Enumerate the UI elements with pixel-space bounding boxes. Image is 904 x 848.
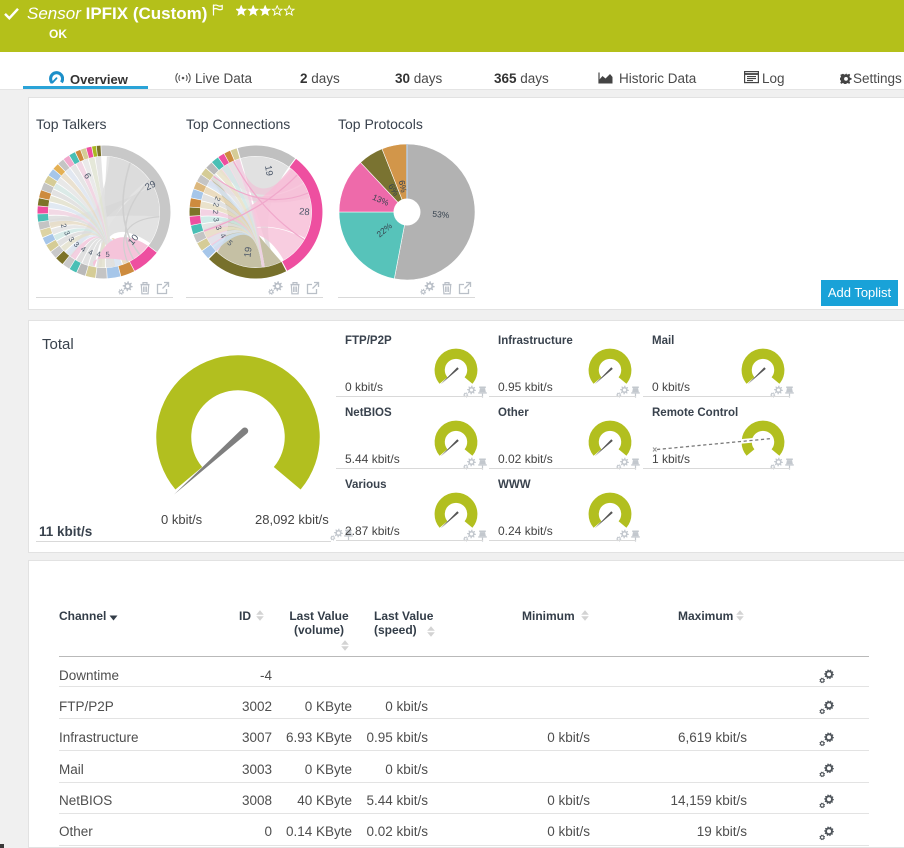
svg-text:3: 3 <box>211 217 220 222</box>
svg-text:53%: 53% <box>432 208 450 219</box>
svg-text:19: 19 <box>242 246 254 258</box>
svg-text:28: 28 <box>298 206 309 218</box>
svg-text:5: 5 <box>105 249 109 258</box>
svg-text:19: 19 <box>262 164 275 176</box>
svg-text:2: 2 <box>210 209 219 214</box>
